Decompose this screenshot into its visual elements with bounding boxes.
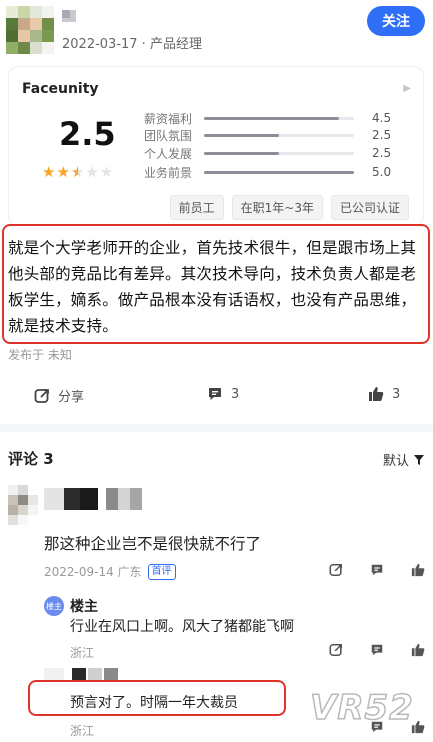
subscore-label: 团队氛围	[144, 128, 193, 143]
chevron-right-icon: ▶	[403, 83, 411, 94]
subscore-bar-fill	[204, 133, 279, 137]
comment-text: 那这种企业岂不是很快就不行了	[44, 535, 262, 553]
thumbs-up-icon[interactable]	[411, 643, 425, 657]
subscore-bar	[204, 151, 354, 155]
tag-verified: 已公司认证	[330, 195, 409, 220]
publish-time: 发布于 未知	[8, 348, 72, 362]
comment-count: 3	[231, 386, 240, 402]
commenter-name-redacted	[118, 488, 130, 510]
comment-meta: 2022-09-14 广东 首评	[44, 563, 176, 580]
comment-icon	[209, 388, 221, 400]
subscore-bar-fill	[204, 116, 339, 120]
reviewer-tags: 前员工 在职1年~3年 已公司认证	[169, 195, 409, 220]
commenter-name-redacted	[130, 488, 142, 510]
subscore-bar-fill	[204, 151, 279, 155]
star-rating: ★★★★★	[42, 163, 114, 181]
sort-dropdown[interactable]: 默认	[383, 450, 425, 469]
thumbs-up-icon	[369, 387, 384, 401]
commenter-avatar[interactable]	[8, 485, 38, 525]
subscore-value: 2.5	[372, 128, 392, 142]
like-count: 3	[392, 386, 401, 402]
subscore-row: 薪资福利 4.5	[144, 109, 391, 127]
subscore-bar	[204, 170, 354, 174]
owner-avatar[interactable]: 楼主	[44, 596, 64, 616]
rating-card[interactable]: Faceunity ▶ 2.5 ★★★★★ 薪资福利 4.5 团队氛围 2.5 …	[8, 66, 424, 226]
comments-title: 评论 3	[8, 450, 54, 468]
subscore-value: 4.5	[372, 111, 392, 125]
subscore-bar	[204, 133, 354, 137]
commenter-name-redacted	[44, 488, 64, 510]
tag-tenure: 在职1年~3年	[231, 195, 323, 220]
reply-text: 预言对了。时隔一年大裁员	[70, 695, 238, 711]
author-avatar[interactable]	[6, 6, 54, 54]
subscore-label: 薪资福利	[144, 111, 193, 126]
reply-text: 行业在风口上啊。风大了猪都能飞啊	[70, 619, 294, 635]
reply-location: 浙江	[70, 646, 95, 660]
tag-former-employee: 前员工	[169, 195, 224, 220]
share-icon[interactable]	[329, 563, 343, 577]
author-name-redacted-part	[62, 10, 70, 18]
post-meta: 2022-03-17 · 产品经理	[62, 37, 202, 52]
star-filled-icon: ★	[56, 163, 71, 181]
site-watermark: VR52	[309, 687, 414, 729]
commenter-name-redacted	[64, 488, 80, 510]
thumbs-up-icon[interactable]	[411, 563, 425, 577]
overall-score: 2.5	[59, 115, 116, 153]
first-comment-badge: 首评	[147, 563, 176, 580]
sort-label: 默认	[382, 454, 409, 469]
follow-button[interactable]: 关注	[367, 6, 425, 36]
subscore-label: 业务前景	[144, 165, 193, 180]
share-label: 分享	[58, 390, 85, 405]
subscore-label: 个人发展	[144, 146, 193, 161]
subscore-row: 业务前景 5.0	[144, 163, 391, 181]
subscore-row: 个人发展 2.5	[144, 144, 391, 162]
commenter-name-redacted	[80, 488, 98, 510]
section-divider	[0, 424, 433, 432]
reply-author-name[interactable]: 楼主	[70, 596, 98, 616]
star-empty-icon: ★	[99, 163, 115, 181]
share-button[interactable]: 分享	[34, 386, 84, 405]
comment-date-location: 2022-09-14 广东	[44, 565, 142, 579]
star-half-icon: ★	[70, 163, 86, 181]
reply-location: 浙江	[70, 724, 95, 738]
subscore-value: 2.5	[372, 146, 392, 160]
star-empty-icon: ★	[85, 163, 100, 181]
review-text: 就是个大学老师开的企业，首先技术很牛，但是跟市场上其他头部的竞品比有差异。其次技…	[8, 239, 417, 335]
star-filled-icon: ★	[42, 163, 57, 181]
share-icon[interactable]	[329, 643, 343, 657]
comment-icon[interactable]	[370, 563, 384, 577]
subscore-bar-fill	[204, 170, 354, 174]
comment-icon[interactable]	[370, 643, 384, 657]
like-button[interactable]: 3	[368, 386, 400, 402]
filter-icon	[414, 454, 424, 465]
commenter-name-redacted	[106, 488, 118, 510]
share-icon	[34, 388, 49, 403]
subscore-value: 5.0	[372, 165, 392, 179]
subscore-bar	[204, 116, 354, 120]
subscore-row: 团队氛围 2.5	[144, 126, 391, 144]
comment-button[interactable]: 3	[207, 386, 239, 402]
company-name[interactable]: Faceunity	[22, 81, 99, 97]
